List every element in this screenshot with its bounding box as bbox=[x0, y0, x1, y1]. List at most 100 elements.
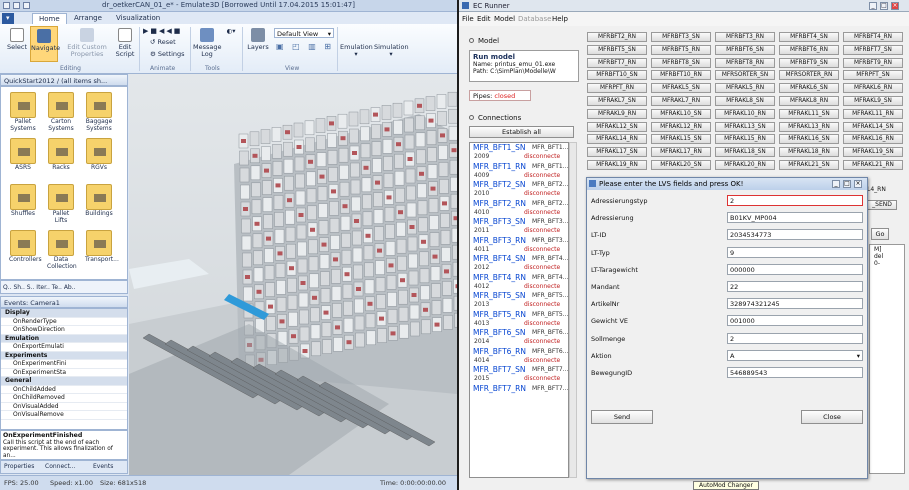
connection-grid-button[interactable]: MFRBFT7_RN bbox=[587, 57, 647, 68]
connection-grid-button[interactable]: MFRAKL13_SN bbox=[715, 121, 775, 132]
tab-visualization[interactable]: Visualization bbox=[110, 13, 166, 24]
run-model-panel[interactable]: Run model Name: printus_emu_01.exe Path:… bbox=[469, 50, 579, 82]
send-button[interactable]: Send bbox=[591, 410, 653, 424]
palette-item[interactable]: RGVs bbox=[85, 138, 113, 172]
field-input[interactable]: 2034534773 bbox=[727, 229, 863, 241]
field-input[interactable]: 000000 bbox=[727, 263, 863, 275]
field-input[interactable]: 2 bbox=[727, 332, 863, 344]
connection-grid-button[interactable]: MFRBFT7_SN bbox=[843, 44, 903, 55]
menu-model[interactable]: Model bbox=[494, 15, 515, 23]
connection-grid-button[interactable]: MFRAKL16_RN bbox=[843, 134, 903, 145]
palette-bottom-tabs[interactable]: Q.. Sh.. S.. Iter.. Te.. Ab.. bbox=[0, 280, 128, 294]
field-input[interactable]: 546889543 bbox=[727, 367, 863, 378]
connection-grid-button[interactable]: MFRAKL6_RN bbox=[843, 83, 903, 94]
connection-grid-button[interactable]: MFRBFT9_SN bbox=[779, 57, 839, 68]
dialog-minimize-button[interactable]: _ bbox=[832, 180, 840, 188]
connection-grid-button[interactable]: MFRSORTER_RN bbox=[779, 70, 839, 81]
connection-grid-button[interactable]: MFRAKL7_RN bbox=[651, 96, 711, 106]
dialog-close-icon[interactable]: × bbox=[854, 180, 862, 188]
connection-grid-button[interactable]: MFRAKL20_RN bbox=[715, 160, 775, 170]
connection-grid-button[interactable]: MFRAKL21_RN bbox=[843, 160, 903, 170]
connection-grid-button[interactable]: MFRAKL14_RN bbox=[587, 134, 647, 145]
connection-grid-button[interactable]: MFRAKL18_RN bbox=[779, 147, 839, 158]
connection-grid-button[interactable]: MFRAKL19_RN bbox=[587, 160, 647, 170]
connection-grid-button[interactable]: MFRAKL11_SN bbox=[779, 108, 839, 119]
connection-item[interactable]: MFR_BFT4_RN MFR_BFT4... 4012 disconnecte bbox=[470, 273, 568, 292]
event-row[interactable]: OnChildRemoved bbox=[1, 394, 127, 403]
edit-script-button[interactable]: Edit Script bbox=[114, 28, 136, 58]
connection-grid-button[interactable]: MFRAKL9_SN bbox=[843, 96, 903, 106]
collapse-connections-icon[interactable] bbox=[469, 115, 474, 120]
connection-grid-button[interactable]: MFRBFT10_RN bbox=[651, 70, 711, 81]
connection-grid-button[interactable]: MFRAKL20_SN bbox=[651, 160, 711, 170]
dialog-close-button[interactable]: Close bbox=[801, 410, 863, 424]
connection-grid-button[interactable]: MFRBFT6_SN bbox=[715, 44, 775, 55]
playback-controls[interactable]: ▶■◀◀■ bbox=[143, 28, 182, 35]
connection-item[interactable]: MFR_BFT7_SN MFR_BFT7... 2015 disconnecte bbox=[470, 365, 568, 384]
connection-grid-button[interactable]: MFRAKL18_SN bbox=[715, 147, 775, 158]
connection-grid-button[interactable]: MFRAKL10_SN bbox=[651, 108, 711, 119]
connection-grid-button[interactable]: MFRSORTER_SN bbox=[715, 70, 775, 81]
connection-grid-button[interactable]: MFRBFT3_RN bbox=[715, 32, 775, 42]
palette-item[interactable]: Data Collection bbox=[47, 230, 77, 270]
tools-extra-button[interactable]: ◐▾ bbox=[224, 28, 238, 35]
event-category[interactable]: Experiments bbox=[1, 351, 127, 360]
tab-arrange[interactable]: Arrange bbox=[68, 13, 108, 24]
connection-grid-button[interactable]: MFRBFT3_SN bbox=[651, 32, 711, 42]
connection-grid-button[interactable]: MFRBFT8_SN bbox=[651, 57, 711, 68]
file-menu-button[interactable]: ▾ bbox=[2, 13, 14, 24]
go-button[interactable]: Go bbox=[871, 228, 889, 240]
view-select[interactable]: Default View ▾ bbox=[274, 28, 334, 38]
event-row[interactable]: OnChildAdded bbox=[1, 386, 127, 394]
settings-button[interactable]: ⚙ Settings bbox=[150, 51, 185, 58]
connection-item[interactable]: MFR_BFT5_RN MFR_BFT5... 4013 disconnecte bbox=[470, 310, 568, 329]
connection-grid-button[interactable]: MFRPFT_SN bbox=[843, 70, 903, 81]
view-tool-icons[interactable]: ▣ ◰ ▥ ⊞ bbox=[276, 42, 334, 51]
message-log-button[interactable]: Message Log bbox=[193, 28, 222, 58]
connection-item[interactable]: MFR_BFT1_SN MFR_BFT1... 2009 disconnecte bbox=[470, 143, 568, 162]
aktion-select[interactable]: A ▾ bbox=[727, 349, 863, 361]
close-window-button[interactable]: × bbox=[891, 2, 899, 10]
connection-grid-button[interactable]: MFRBFT2_RN bbox=[587, 32, 647, 42]
3d-viewport[interactable] bbox=[129, 74, 457, 475]
palette-item[interactable]: Pallet Lifts bbox=[47, 184, 75, 224]
collapse-model-icon[interactable] bbox=[469, 38, 474, 43]
event-row[interactable]: OnRenderType bbox=[1, 318, 127, 326]
tab-properties[interactable]: Properties bbox=[4, 463, 34, 470]
field-input[interactable]: 9 bbox=[727, 246, 863, 258]
palette-item[interactable]: Buildings bbox=[85, 184, 113, 218]
menu-edit[interactable]: Edit bbox=[477, 15, 491, 23]
palette-item[interactable]: Transport... bbox=[85, 230, 119, 264]
palette-item[interactable]: Pallet Systems bbox=[9, 92, 37, 132]
send-side-button[interactable]: _SEND bbox=[867, 200, 897, 210]
palette-item[interactable]: Racks bbox=[47, 138, 75, 172]
connection-grid-button[interactable]: MFRAKL11_RN bbox=[843, 108, 903, 119]
connection-grid-button[interactable]: MFRAKL13_RN bbox=[779, 121, 839, 132]
maximize-button[interactable]: □ bbox=[880, 2, 888, 10]
establish-all-button[interactable]: Establish all bbox=[469, 126, 574, 138]
menu-database[interactable]: Database bbox=[518, 15, 551, 23]
connection-grid-button[interactable]: MFRBFT4_SN bbox=[779, 32, 839, 42]
layers-button[interactable]: Layers bbox=[246, 28, 270, 51]
connection-grid-button[interactable]: MFRAKL17_RN bbox=[651, 147, 711, 158]
palette-item[interactable]: Controllers bbox=[9, 230, 42, 264]
connection-item[interactable]: MFR_BFT1_RN MFR_BFT1... 4009 disconnecte bbox=[470, 162, 568, 181]
connection-item[interactable]: MFR_BFT5_SN MFR_BFT5... 2013 disconnecte bbox=[470, 291, 568, 310]
tab-home[interactable]: Home bbox=[32, 13, 67, 24]
connection-item[interactable]: MFR_BFT4_SN MFR_BFT4... 2012 disconnecte bbox=[470, 254, 568, 273]
connection-grid-button[interactable]: MFRAKL14_SN bbox=[843, 121, 903, 132]
connection-grid-button[interactable]: MFRAKL9_RN bbox=[587, 108, 647, 119]
edit-custom-properties-button[interactable]: Edit Custom Properties bbox=[62, 28, 112, 58]
connection-grid-button[interactable]: MFRBFT5_RN bbox=[651, 44, 711, 55]
event-category[interactable]: Emulation bbox=[1, 334, 127, 343]
connection-grid-button[interactable]: MFRBFT4_RN bbox=[843, 32, 903, 42]
field-input[interactable]: 2 bbox=[727, 195, 863, 206]
connection-grid-button[interactable]: MFRAKL5_SN bbox=[651, 83, 711, 94]
connection-grid-button[interactable]: MFRBFT10_SN bbox=[587, 70, 647, 81]
dialog-maximize-button[interactable]: □ bbox=[843, 180, 851, 188]
connection-grid-button[interactable]: MFRAKL5_RN bbox=[715, 83, 775, 94]
field-input[interactable]: 328974321245 bbox=[727, 298, 863, 310]
connection-grid-button[interactable]: MFRAKL16_SN bbox=[779, 134, 839, 145]
event-row[interactable]: OnShowDirection bbox=[1, 326, 127, 335]
connection-item[interactable]: MFR_BFT3_RN MFR_BFT3... 4011 disconnecte bbox=[470, 236, 568, 255]
